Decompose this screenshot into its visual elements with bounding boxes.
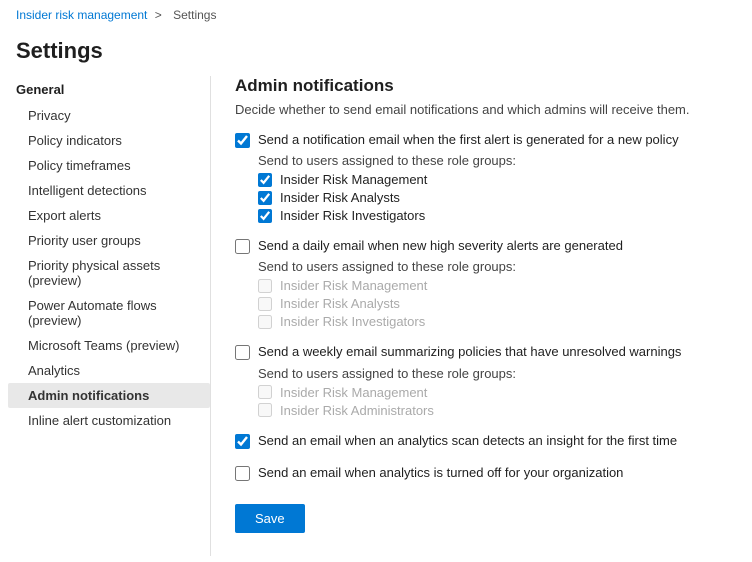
sub-checkbox-notif2-0 (258, 279, 272, 293)
notification-label-notif4: Send an email when an analytics scan det… (258, 432, 677, 450)
sub-label-notif2-0: Insider Risk Management (280, 278, 427, 293)
sub-checkbox-notif3-0 (258, 385, 272, 399)
sub-row-notif1-2: Insider Risk Investigators (258, 208, 728, 223)
sub-checkbox-notif3-1 (258, 403, 272, 417)
breadcrumb-link-irm[interactable]: Insider risk management (16, 8, 147, 22)
notification-block-notif3: Send a weekly email summarizing policies… (235, 343, 728, 417)
sidebar-item-policy-indicators[interactable]: Policy indicators (8, 128, 210, 153)
main-layout: General PrivacyPolicy indicatorsPolicy t… (0, 76, 752, 556)
notification-row-notif1: Send a notification email when the first… (235, 131, 728, 149)
notification-label-notif2: Send a daily email when new high severit… (258, 237, 623, 255)
sub-group-label-notif1: Send to users assigned to these role gro… (258, 153, 728, 168)
sub-row-notif1-0: Insider Risk Management (258, 172, 728, 187)
checkbox-notif4[interactable] (235, 434, 250, 449)
sidebar-item-inline-alert[interactable]: Inline alert customization (8, 408, 210, 433)
sub-row-notif2-2: Insider Risk Investigators (258, 314, 728, 329)
sub-label-notif2-1: Insider Risk Analysts (280, 296, 400, 311)
sub-group-label-notif3: Send to users assigned to these role gro… (258, 366, 728, 381)
checkbox-notif3[interactable] (235, 345, 250, 360)
main-content: Admin notifications Decide whether to se… (210, 76, 752, 556)
notification-row-notif5: Send an email when analytics is turned o… (235, 464, 728, 482)
page-title: Settings (0, 30, 752, 76)
sub-label-notif3-0: Insider Risk Management (280, 385, 427, 400)
sub-group-notif1: Send to users assigned to these role gro… (258, 153, 728, 223)
sub-checkbox-notif2-1 (258, 297, 272, 311)
sub-label-notif3-1: Insider Risk Administrators (280, 403, 434, 418)
sub-checkbox-notif1-1[interactable] (258, 191, 272, 205)
sidebar-item-microsoft-teams[interactable]: Microsoft Teams (preview) (8, 333, 210, 358)
admin-notifications-desc: Decide whether to send email notificatio… (235, 102, 728, 117)
sidebar-item-analytics[interactable]: Analytics (8, 358, 210, 383)
sidebar-item-policy-timeframes[interactable]: Policy timeframes (8, 153, 210, 178)
notification-block-notif5: Send an email when analytics is turned o… (235, 464, 728, 482)
sub-checkbox-notif1-0[interactable] (258, 173, 272, 187)
notification-row-notif2: Send a daily email when new high severit… (235, 237, 728, 255)
sub-checkbox-notif2-2 (258, 315, 272, 329)
sub-row-notif3-0: Insider Risk Management (258, 385, 728, 400)
sub-label-notif1-1: Insider Risk Analysts (280, 190, 400, 205)
sidebar-item-priority-user-groups[interactable]: Priority user groups (8, 228, 210, 253)
breadcrumb-separator: > (155, 8, 162, 22)
sub-group-notif3: Send to users assigned to these role gro… (258, 366, 728, 418)
sub-label-notif1-2: Insider Risk Investigators (280, 208, 425, 223)
notification-label-notif5: Send an email when analytics is turned o… (258, 464, 623, 482)
checkbox-notif5[interactable] (235, 466, 250, 481)
checkbox-notif2[interactable] (235, 239, 250, 254)
notifications-list: Send a notification email when the first… (235, 131, 728, 482)
sub-group-label-notif2: Send to users assigned to these role gro… (258, 259, 728, 274)
sub-group-notif2: Send to users assigned to these role gro… (258, 259, 728, 329)
notification-row-notif4: Send an email when an analytics scan det… (235, 432, 728, 450)
sidebar: General PrivacyPolicy indicatorsPolicy t… (0, 76, 210, 556)
notification-block-notif2: Send a daily email when new high severit… (235, 237, 728, 329)
sub-label-notif2-2: Insider Risk Investigators (280, 314, 425, 329)
sub-row-notif3-1: Insider Risk Administrators (258, 403, 728, 418)
checkbox-notif1[interactable] (235, 133, 250, 148)
notification-block-notif4: Send an email when an analytics scan det… (235, 432, 728, 450)
breadcrumb-current: Settings (173, 8, 216, 22)
admin-notifications-title: Admin notifications (235, 76, 728, 96)
sidebar-section-general: General (8, 76, 210, 103)
notification-row-notif3: Send a weekly email summarizing policies… (235, 343, 728, 361)
sidebar-item-export-alerts[interactable]: Export alerts (8, 203, 210, 228)
sidebar-item-privacy[interactable]: Privacy (8, 103, 210, 128)
sidebar-items: PrivacyPolicy indicatorsPolicy timeframe… (8, 103, 210, 433)
notification-label-notif3: Send a weekly email summarizing policies… (258, 343, 681, 361)
notification-label-notif1: Send a notification email when the first… (258, 131, 679, 149)
sidebar-item-admin-notifications[interactable]: Admin notifications (8, 383, 210, 408)
sub-checkbox-notif1-2[interactable] (258, 209, 272, 223)
sidebar-item-power-automate-flows[interactable]: Power Automate flows (preview) (8, 293, 210, 333)
sub-row-notif1-1: Insider Risk Analysts (258, 190, 728, 205)
sub-row-notif2-0: Insider Risk Management (258, 278, 728, 293)
save-button[interactable]: Save (235, 504, 305, 533)
sidebar-item-priority-physical-assets[interactable]: Priority physical assets (preview) (8, 253, 210, 293)
notification-block-notif1: Send a notification email when the first… (235, 131, 728, 223)
sidebar-item-intelligent-detections[interactable]: Intelligent detections (8, 178, 210, 203)
breadcrumb: Insider risk management > Settings (0, 0, 752, 30)
sub-row-notif2-1: Insider Risk Analysts (258, 296, 728, 311)
sub-label-notif1-0: Insider Risk Management (280, 172, 427, 187)
